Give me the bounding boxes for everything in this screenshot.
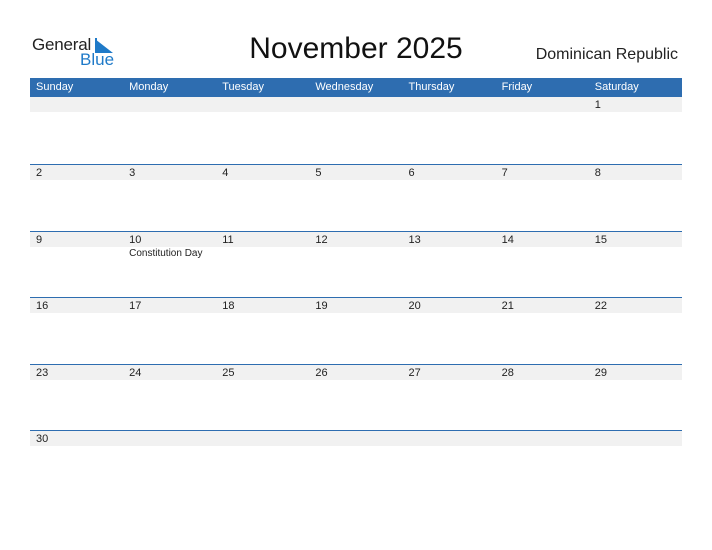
week-row: 2 3 4 5 6 7 8 [30, 164, 682, 231]
day-number: 25 [222, 366, 235, 379]
day-cell[interactable] [309, 431, 402, 495]
day-cell[interactable]: 24 [123, 365, 216, 429]
day-cell[interactable]: 16 [30, 298, 123, 362]
day-cell[interactable] [403, 431, 496, 495]
day-cell[interactable] [123, 97, 216, 161]
day-number: 22 [594, 300, 607, 312]
week-days: 16 17 18 19 20 21 22 [30, 298, 682, 362]
day-cell[interactable] [496, 431, 589, 495]
day-cell[interactable]: 7 [496, 165, 589, 229]
day-cell[interactable] [216, 97, 309, 161]
day-cell[interactable]: 23 [30, 365, 123, 429]
day-number: 28 [501, 366, 514, 379]
day-cell[interactable] [216, 431, 309, 495]
day-cell[interactable]: 8 [589, 165, 682, 229]
day-number: 9 [36, 233, 43, 246]
day-cell[interactable]: 9 [30, 232, 123, 296]
week-row: 23 24 25 26 27 28 29 [30, 363, 682, 431]
weekday-friday: Friday [501, 81, 533, 93]
day-cell[interactable]: 2 [30, 165, 123, 229]
day-number: 29 [594, 366, 607, 379]
week-days: 1 [30, 97, 682, 161]
day-number: 13 [408, 233, 421, 246]
day-cell[interactable] [30, 97, 123, 161]
country-label: Dominican Republic [535, 46, 678, 63]
day-cell[interactable] [403, 97, 496, 161]
day-number: 18 [222, 300, 235, 312]
day-cell[interactable]: 17 [123, 298, 216, 362]
day-cell[interactable] [589, 431, 682, 495]
week-days: 30 [30, 431, 682, 495]
day-cell[interactable]: 4 [216, 165, 309, 229]
day-cell[interactable] [309, 97, 402, 161]
week-row: 30 [30, 430, 682, 497]
day-number: 11 [222, 233, 234, 246]
day-cell[interactable]: 25 [216, 365, 309, 429]
weekday-thursday: Thursday [408, 81, 455, 93]
day-number: 1 [594, 99, 601, 111]
day-cell[interactable]: 20 [403, 298, 496, 362]
day-cell[interactable]: 30 [30, 431, 123, 495]
week-days: 2 3 4 5 6 7 8 [30, 165, 682, 229]
day-cell[interactable]: 21 [496, 298, 589, 362]
day-number: 3 [129, 167, 136, 179]
day-cell[interactable]: 22 [589, 298, 682, 362]
week-days: 23 24 25 26 27 28 29 [30, 365, 682, 429]
day-number: 15 [594, 233, 607, 246]
weekday-saturday: Saturday [594, 81, 639, 93]
day-number: 19 [315, 300, 328, 312]
weekday-header: Sunday Monday Tuesday Wednesday Thursday… [30, 78, 682, 97]
week-days: 9 10 Constitution Day 11 12 13 14 15 [30, 232, 682, 296]
day-cell[interactable]: 6 [403, 165, 496, 229]
day-number: 12 [315, 233, 328, 246]
day-number: 21 [501, 300, 514, 312]
weekday-wednesday: Wednesday [315, 81, 374, 93]
day-cell[interactable]: 29 [589, 365, 682, 429]
day-cell[interactable]: 28 [496, 365, 589, 429]
day-number: 4 [222, 167, 229, 179]
day-cell[interactable]: 13 [403, 232, 496, 296]
day-cell[interactable]: 18 [216, 298, 309, 362]
day-cell[interactable]: 1 [589, 97, 682, 161]
week-row: 1 [30, 97, 682, 164]
holiday-event: Constitution Day [129, 247, 203, 259]
day-cell[interactable] [123, 431, 216, 495]
day-number: 5 [315, 167, 322, 179]
day-cell[interactable]: 10 Constitution Day [123, 232, 216, 296]
day-number: 16 [36, 300, 49, 312]
day-number: 30 [36, 433, 49, 445]
day-cell[interactable] [496, 97, 589, 161]
day-cell[interactable]: 11 [216, 232, 309, 296]
day-number: 6 [408, 167, 415, 179]
day-cell[interactable]: 19 [309, 298, 402, 362]
calendar-grid: Sunday Monday Tuesday Wednesday Thursday… [30, 78, 682, 497]
weeks-container: 1 2 3 4 5 6 7 8 9 10 Constitution Day 11 12 13 14 15 16 1… [30, 97, 682, 497]
day-number: 20 [408, 300, 421, 312]
day-cell[interactable]: 26 [309, 365, 402, 429]
day-number: 17 [129, 300, 142, 312]
day-cell[interactable]: 15 [589, 232, 682, 296]
day-cell[interactable]: 12 [309, 232, 402, 296]
day-cell[interactable]: 5 [309, 165, 402, 229]
day-cell[interactable]: 3 [123, 165, 216, 229]
weekday-monday: Monday [129, 81, 169, 93]
day-number: 10 [129, 233, 142, 246]
day-number: 27 [408, 366, 421, 379]
week-row: 9 10 Constitution Day 11 12 13 14 15 [30, 230, 682, 298]
day-number: 24 [129, 366, 142, 379]
day-cell[interactable]: 14 [496, 232, 589, 296]
day-number: 2 [36, 167, 43, 179]
week-row: 16 17 18 19 20 21 22 [30, 297, 682, 364]
weekday-tuesday: Tuesday [222, 81, 265, 93]
day-number: 26 [315, 366, 328, 379]
weekday-sunday: Sunday [36, 81, 74, 93]
day-number: 14 [501, 233, 514, 246]
day-number: 23 [36, 366, 49, 379]
day-number: 7 [501, 167, 508, 179]
day-cell[interactable]: 27 [403, 365, 496, 429]
day-number: 8 [594, 167, 601, 179]
